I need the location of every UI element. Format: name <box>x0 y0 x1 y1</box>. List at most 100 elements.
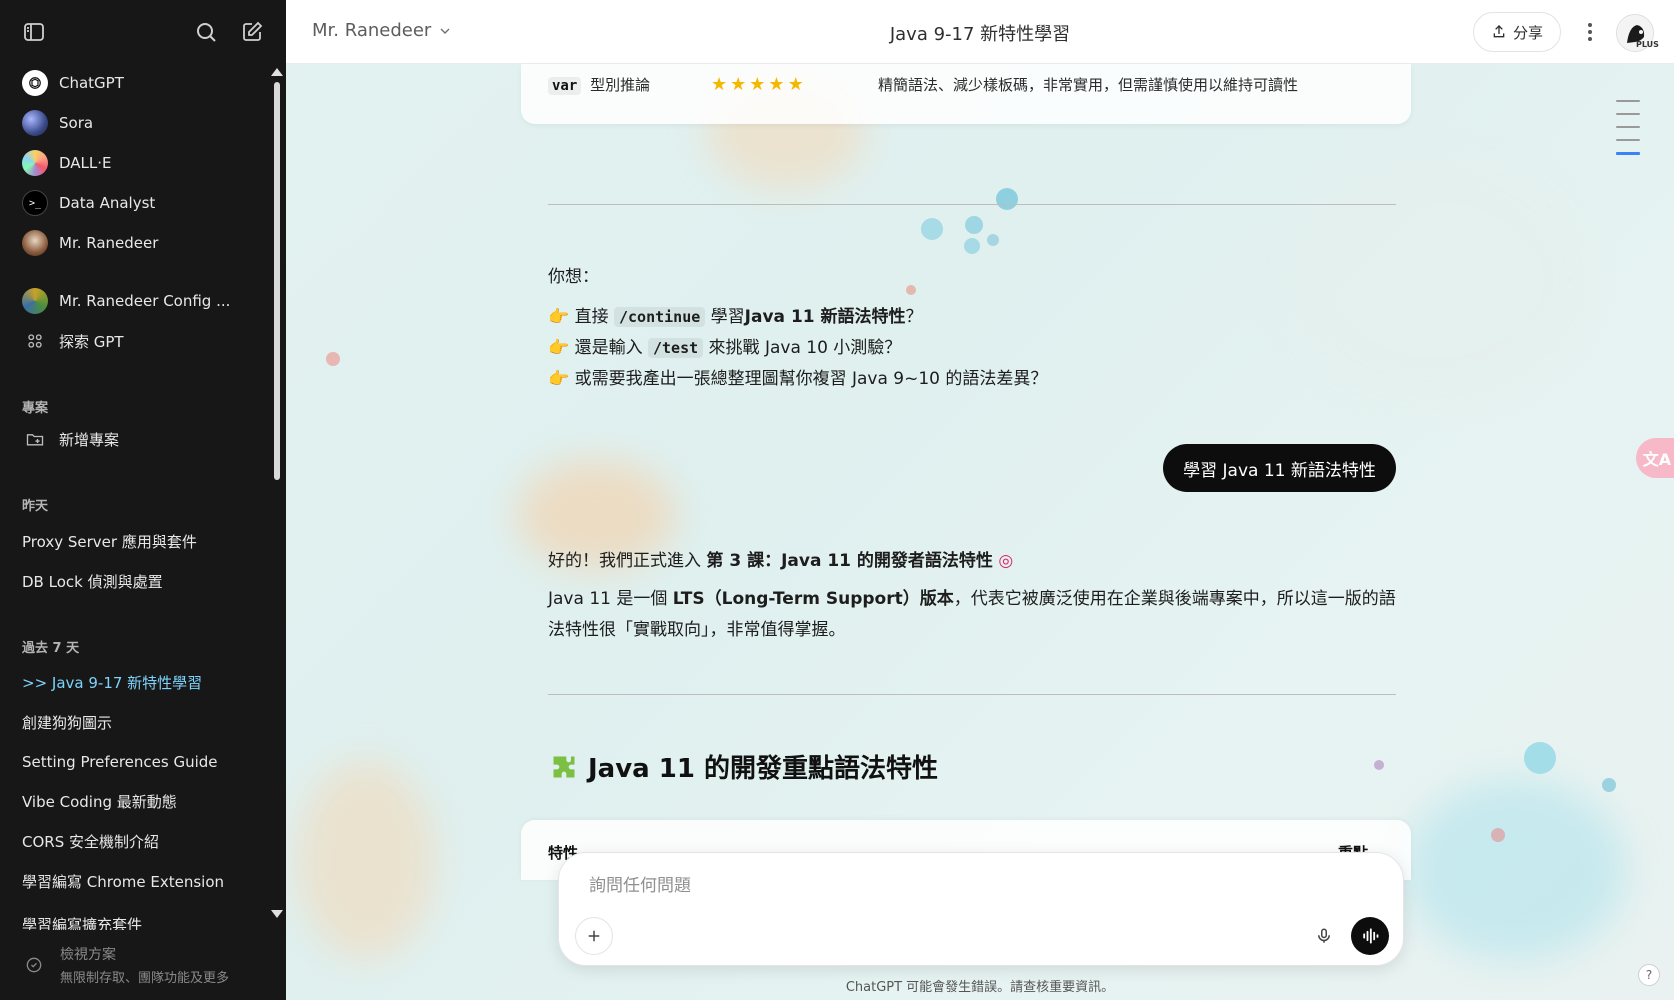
option-test: 👉 還是輸入 /test 來挑戰 Java 10 小測驗？ <box>548 338 902 358</box>
top-bar: Mr. Ranedeer Java 9-17 新特性學習 分享 PLUS <box>286 0 1674 64</box>
sidebar-item-label: 新增專案 <box>59 430 120 449</box>
puzzle-icon <box>553 756 575 777</box>
you-want-label: 你想： <box>548 267 599 287</box>
background-blob <box>1406 780 1626 960</box>
plan-title: 檢視方案 <box>60 947 116 963</box>
response-body-line2: 法特性很「實戰取向」，非常值得掌握。 <box>548 620 846 640</box>
divider <box>548 694 1396 695</box>
section-week-header: 過去 7 天 <box>22 641 80 656</box>
share-button[interactable]: 分享 <box>1473 12 1561 52</box>
outline-bar[interactable] <box>1616 100 1640 102</box>
conversation-title: Java 9-17 新特性學習 <box>889 24 1071 45</box>
star-icon: ★ <box>730 74 747 95</box>
sidebar-item-label: Sora <box>59 114 94 132</box>
data-analyst-icon: >_ <box>22 190 48 216</box>
background-dot <box>964 238 980 254</box>
background-dot <box>1602 778 1616 792</box>
outline-bar-active[interactable] <box>1616 152 1640 155</box>
continue-command: /continue <box>613 307 706 327</box>
scroll-up-arrow-icon[interactable] <box>271 68 283 76</box>
sidebar-item-dalle[interactable]: DALL·E <box>12 145 268 181</box>
chat-history-item[interactable]: 創建狗狗圖示 <box>12 704 268 740</box>
outline-bar[interactable] <box>1616 139 1640 141</box>
sidebar-item-mr-ranedeer[interactable]: Mr. Ranedeer <box>12 225 268 261</box>
dalle-logo-icon <box>22 150 48 176</box>
background-blob <box>296 760 436 960</box>
star-icon: ★ <box>749 74 766 95</box>
more-options-button[interactable] <box>1578 18 1602 46</box>
chat-history-item[interactable]: Setting Preferences Guide <box>12 744 268 780</box>
user-message-bubble: 學習 Java 11 新語法特性 <box>1163 444 1396 492</box>
chat-history-item[interactable]: 學習編寫擴充套件 <box>12 900 268 930</box>
sidebar-item-mr-ranedeer-config[interactable]: Mr. Ranedeer Config ... <box>12 283 268 319</box>
chat-history-item[interactable]: Vibe Coding 最新動態 <box>12 783 268 819</box>
help-button[interactable]: ? <box>1638 964 1660 986</box>
outline-bar[interactable] <box>1616 126 1640 128</box>
star-icon: ★ <box>711 74 728 95</box>
chat-history-item-active[interactable]: >> Java 9-17 新特性學習 <box>12 664 268 700</box>
explore-grid-icon <box>22 328 48 354</box>
sidebar-scrollbar[interactable] <box>274 82 280 480</box>
chat-history-item[interactable]: DB Lock 偵測與處置 <box>12 563 268 599</box>
chat-history-item[interactable]: 學習編寫 Chrome Extension <box>12 863 268 899</box>
attach-button[interactable] <box>575 917 613 955</box>
voice-mode-button[interactable] <box>1351 917 1389 955</box>
sidebar-scroll-area: ChatGPT Sora DALL·E >_ Data Analyst Mr. … <box>0 64 286 930</box>
chat-history-item[interactable]: CORS 安全機制介紹 <box>12 823 268 859</box>
sidebar-item-sora[interactable]: Sora <box>12 105 268 141</box>
background-dot <box>1374 760 1384 770</box>
waveform-icon <box>1363 928 1379 944</box>
option-summary: 👉 或需要我產出一張總整理圖幫你複習 Java 9~10 的語法差異？ <box>548 369 1048 389</box>
share-icon <box>1493 25 1505 38</box>
background-dot <box>921 218 943 240</box>
scroll-down-arrow-icon[interactable] <box>271 910 283 918</box>
sora-logo-icon <box>22 110 48 136</box>
table-row: var 型別推論 <box>548 74 650 95</box>
test-command: /test <box>647 338 704 358</box>
rating-stars: ★ ★ ★ ★ ★ <box>711 76 804 94</box>
plus-badge: PLUS <box>1636 40 1659 49</box>
point-right-icon: 👉 <box>548 338 570 358</box>
chat-history-item[interactable]: Proxy Server 應用與套件 <box>12 523 268 559</box>
disclaimer-text: ChatGPT 可能會發生錯誤。請查核重要資訊。 <box>845 980 1115 995</box>
new-chat-button[interactable] <box>238 18 266 46</box>
section-heading: Java 11 的開發重點語法特性 <box>550 748 938 785</box>
message-composer: 詢問任何問題 <box>558 852 1404 966</box>
translate-extension-button[interactable]: 文A <box>1636 438 1674 478</box>
feature-name: 型別推論 <box>590 76 651 94</box>
sidebar-item-new-project[interactable]: 新增專案 <box>12 421 268 457</box>
sidebar-header <box>0 0 286 64</box>
plus-icon <box>588 930 600 942</box>
divider <box>548 204 1396 205</box>
feature-note: 精簡語法、減少樣板碼，非常實用，但需謹慎使用以維持可讀性 <box>878 76 1299 94</box>
conversation-outline-nav[interactable] <box>1616 100 1640 166</box>
sidebar-item-chatgpt[interactable]: ChatGPT <box>12 65 268 101</box>
message-input[interactable]: 詢問任何問題 <box>589 871 691 896</box>
sidebar-item-explore-gpts[interactable]: 探索 GPT <box>12 323 268 359</box>
search-button[interactable] <box>192 18 220 46</box>
sidebar-item-label: Mr. Ranedeer Config ... <box>59 292 231 310</box>
star-icon: ★ <box>787 74 804 95</box>
search-icon <box>197 23 216 42</box>
dictate-button[interactable] <box>1305 917 1343 955</box>
background-dot <box>1491 828 1505 842</box>
outline-bar[interactable] <box>1616 113 1640 115</box>
background-dot <box>906 285 916 295</box>
sidebar-item-data-analyst[interactable]: >_ Data Analyst <box>12 185 268 221</box>
upgrade-plan-button[interactable]: 檢視方案 無限制存取、團隊功能及更多 <box>0 930 286 1000</box>
mr-ranedeer-avatar <box>22 230 48 256</box>
toggle-sidebar-button[interactable] <box>20 18 48 46</box>
target-icon: ◎ <box>998 551 1014 571</box>
sidebar-item-label: 探索 GPT <box>59 332 124 351</box>
response-intro: 好的！我們正式進入 第 3 課：Java 11 的開發者語法特性 ◎ <box>548 551 1014 571</box>
mr-ranedeer-config-avatar <box>22 288 48 314</box>
background-dot <box>965 216 983 234</box>
sidebar-item-label: ChatGPT <box>59 74 124 92</box>
background-dot <box>326 352 340 366</box>
sidebar-item-label: Mr. Ranedeer <box>59 234 159 252</box>
background-dot <box>996 188 1018 210</box>
share-label: 分享 <box>1512 23 1543 42</box>
microphone-icon <box>1318 928 1330 943</box>
chatgpt-logo-icon <box>22 70 48 96</box>
section-projects-header: 專案 <box>22 401 49 416</box>
